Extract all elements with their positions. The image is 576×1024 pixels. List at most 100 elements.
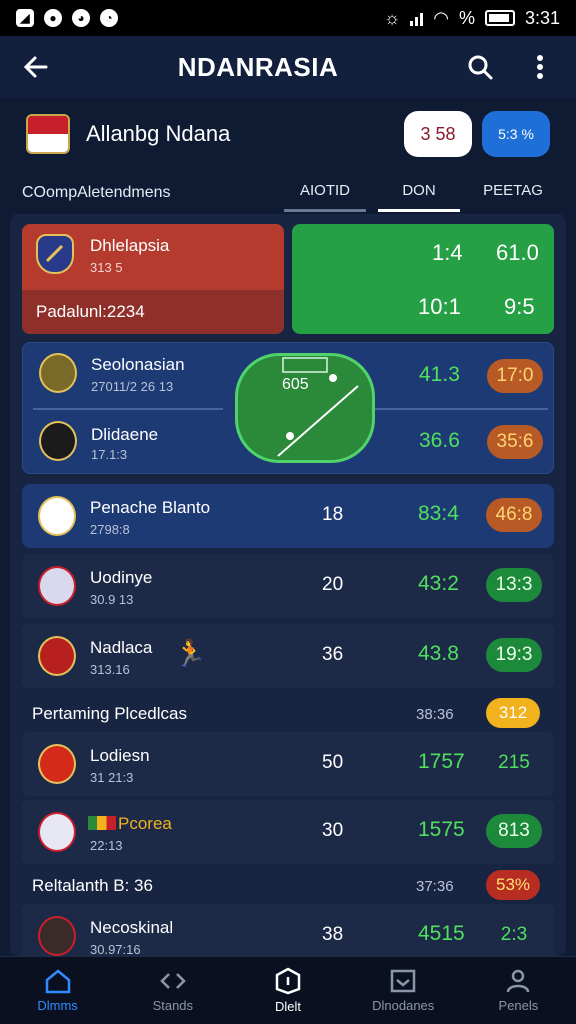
team-crest-icon	[36, 234, 74, 274]
team-summary-card[interactable]: Dhlelapsia 313 5 Padalunl:2234	[22, 224, 284, 334]
row-value: 43.8	[418, 642, 459, 665]
more-vertical-icon	[537, 55, 543, 79]
table-row[interactable]: Penache Blanto 2798:8 18 83:4 46:8	[22, 484, 554, 548]
nav-label: Dlelt	[275, 999, 302, 1014]
club-crest-icon	[38, 812, 76, 852]
club-crest-icon	[38, 496, 76, 536]
status-time: 3:31	[524, 7, 560, 28]
row-name: Lodiesn	[90, 746, 150, 765]
row-mid: 20	[322, 574, 344, 595]
tabs-row: COompAletendmens AIOTID DON PEETAG	[0, 170, 576, 216]
stat-r2c1: 10:1	[418, 294, 461, 319]
row-sub: 30.9 13	[90, 592, 134, 607]
section-label: Pertaming Plcedlcas	[32, 704, 187, 723]
nav-center[interactable]: Dlelt	[230, 957, 345, 1024]
team1-badge: 17:0	[487, 359, 543, 393]
nav-label: Dlnodanes	[372, 998, 435, 1013]
person-icon	[507, 969, 530, 993]
back-button[interactable]	[20, 51, 52, 83]
row-mid: 30	[322, 820, 344, 841]
search-button[interactable]	[464, 51, 496, 83]
stat-r1c2: 61.0	[496, 240, 539, 265]
tab-don[interactable]: DON	[378, 174, 460, 212]
table-row[interactable]: Nadlaca 313.16 🏃 36 43.8 19:3	[22, 624, 554, 688]
player-icon: 🏃	[174, 638, 207, 668]
team1-sub: 27011/2 26 13	[91, 379, 174, 394]
section-label: Reltalanth B: 36	[32, 876, 153, 895]
team1-name: Seolonasian	[91, 355, 185, 374]
arrow-left-icon	[23, 56, 48, 78]
pitch-icon: 605	[235, 353, 375, 463]
row-value: 43:2	[418, 572, 459, 595]
battery-icon	[484, 10, 515, 26]
inbox-icon	[390, 969, 416, 993]
nav-profile[interactable]: Penels	[461, 957, 576, 1024]
club-crest-icon	[38, 566, 76, 606]
club-crest-icon	[38, 916, 76, 956]
stat-r1c1: 1:4	[432, 240, 463, 265]
shield-icon	[275, 967, 301, 995]
section-value: 38:36	[416, 706, 454, 723]
section-badge: 312	[486, 698, 540, 728]
more-button[interactable]	[524, 51, 556, 83]
nav-label: Dlmms	[37, 998, 78, 1013]
search-icon	[468, 55, 493, 80]
club-crest-icon	[38, 744, 76, 784]
team-name: Allanbg Ndana	[86, 121, 231, 146]
card-sub: 313 5	[90, 260, 123, 275]
card-title: Dhlelapsia	[90, 236, 170, 255]
row-badge: 13:3	[486, 568, 542, 602]
table-row[interactable]: Pcorea 22:13 30 1575 813	[22, 800, 554, 864]
team2-value: 36.6	[419, 429, 460, 452]
nav-nodanes[interactable]: Dlnodanes	[346, 957, 461, 1024]
stat-pill[interactable]: 5:3 %	[482, 111, 550, 157]
stat-r2c2: 9:5	[504, 294, 535, 319]
row-value: 4515	[418, 922, 465, 945]
row-badge: 2:3	[500, 924, 528, 945]
team-flag-icon	[26, 114, 70, 154]
ball-icon: ◔	[100, 9, 118, 27]
row-value: 1575	[418, 818, 465, 841]
row-sub: 31 21:3	[90, 770, 134, 785]
signal-icon	[410, 10, 424, 26]
row-name: Nadlaca	[90, 638, 153, 657]
app-bar: NDANRASIA	[0, 36, 576, 98]
row-badge: 215	[498, 752, 530, 773]
wifi-icon: ◠	[433, 7, 449, 28]
status-icons-left: ◢ ● ◕ ◔	[16, 9, 118, 27]
competition-label: COompAletendmens	[22, 184, 171, 201]
row-value: 83:4	[418, 502, 459, 525]
status-bar: ◢ ● ◕ ◔ ☼ ◠ % 3:31	[0, 0, 576, 36]
nav-stands[interactable]: Stands	[115, 957, 230, 1024]
row-name: Pcorea	[118, 814, 172, 833]
pitch-label: 605	[282, 376, 309, 393]
team1-crest-icon	[39, 353, 77, 393]
row-badge: 46:8	[486, 498, 542, 532]
stats-card[interactable]: 1:4 61.0 10:1 9:5	[292, 224, 554, 334]
table-row[interactable]: Lodiesn 31 21:3 50 1757 215	[22, 732, 554, 796]
bottom-nav: Dlmms Stands Dlelt Dlnodanes Penels	[0, 956, 576, 1024]
row-mid: 38	[322, 924, 344, 945]
nav-home[interactable]: Dlmms	[0, 957, 115, 1024]
tab-peetag[interactable]: PEETAG	[472, 174, 554, 212]
club-crest-icon	[38, 636, 76, 676]
team1-value: 41.3	[419, 363, 460, 386]
row-mid: 36	[322, 644, 344, 665]
row-mid: 18	[322, 504, 344, 525]
match-card[interactable]: Seolonasian 27011/2 26 13 41.3 17:0 Dlid…	[22, 342, 554, 474]
score-pill[interactable]: 3 58	[404, 111, 472, 157]
tab-aiotid[interactable]: AIOTID	[284, 174, 366, 212]
percent-icon: %	[458, 7, 475, 28]
row-name: Penache Blanto	[90, 498, 211, 517]
notification-icon: ◢	[16, 9, 34, 27]
row-value: 1757	[418, 750, 465, 773]
card-band-label: Padalunl:2234	[36, 302, 145, 321]
table-row[interactable]: Uodinye 30.9 13 20 43:2 13:3	[22, 554, 554, 618]
flag-icon	[88, 816, 116, 830]
row-badge: 19:3	[486, 638, 542, 672]
row-mid: 50	[322, 752, 344, 773]
gear-icon: ☼	[383, 7, 401, 28]
main-content: Dhlelapsia 313 5 Padalunl:2234 1:4 61.0 …	[10, 214, 566, 968]
section-badge: 53%	[486, 870, 540, 900]
team2-badge: 35:6	[487, 425, 543, 459]
